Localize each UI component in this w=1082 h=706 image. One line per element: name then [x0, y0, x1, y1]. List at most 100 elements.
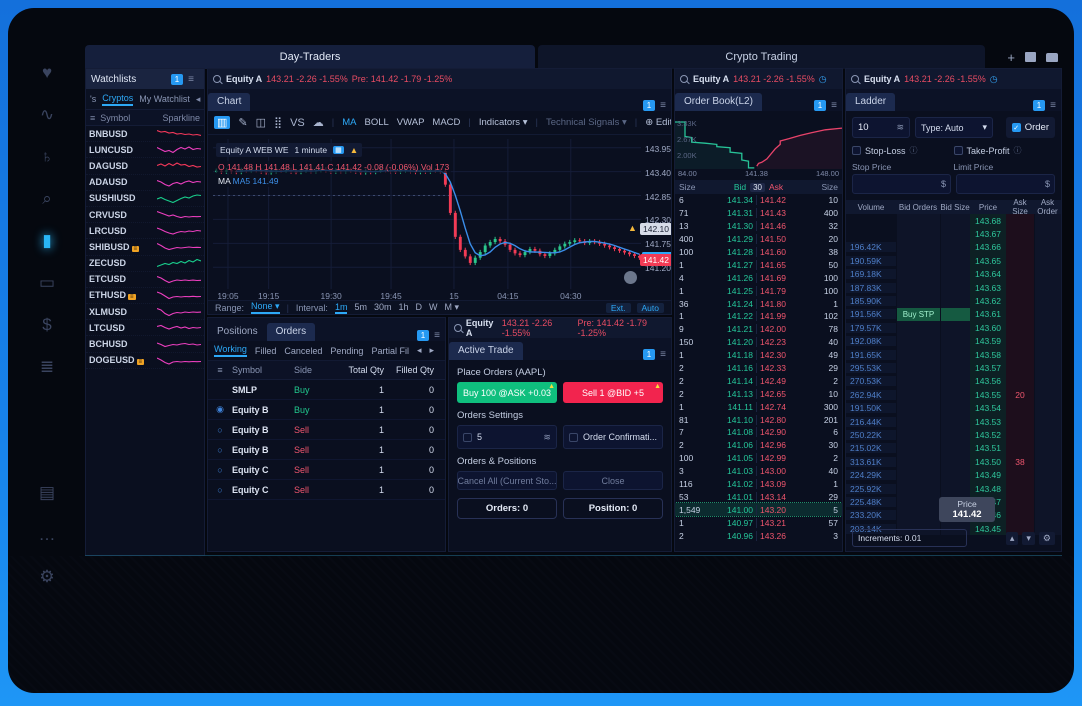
ladder-row[interactable]: 185.90K143.62 — [846, 294, 1061, 307]
ladder-price[interactable]: 143.58 — [970, 348, 1006, 361]
search-icon[interactable] — [454, 324, 462, 333]
order-type-select[interactable]: Type: Auto▾ — [915, 117, 993, 138]
increments-input[interactable]: Increments: 0.01 — [852, 529, 967, 547]
auto-button[interactable]: Auto — [637, 303, 665, 313]
ladder-bid-size[interactable] — [940, 455, 970, 468]
ladder-ask-order[interactable] — [1034, 482, 1061, 495]
ladder-bid-size[interactable] — [940, 442, 970, 455]
interval-M ▾[interactable]: M ▾ — [445, 302, 460, 314]
watchlist-row[interactable]: ETHUSD≡ — [86, 288, 204, 304]
ladder-ask-size[interactable] — [1006, 281, 1034, 294]
order-toggle[interactable]: ✓ Order — [1006, 117, 1055, 138]
ladder-price[interactable]: 143.54 — [970, 401, 1006, 414]
watchlist-tab-my-watchlist[interactable]: My Watchlist — [139, 94, 190, 104]
ladder-ask-size[interactable] — [1006, 241, 1034, 254]
order-book-row[interactable]: 4141.26141.69100 — [675, 271, 842, 284]
order-book-row[interactable]: 9141.21142.0078 — [675, 323, 842, 336]
ladder-ask-order[interactable] — [1034, 361, 1061, 374]
ladder-price[interactable]: 143.53 — [970, 415, 1006, 428]
ladder-bid-size[interactable] — [940, 415, 970, 428]
order-book-row[interactable]: 53141.01143.1429 — [675, 490, 842, 503]
ladder-price[interactable]: 143.50 — [970, 455, 1006, 468]
ladder-ask-size[interactable] — [1006, 335, 1034, 348]
order-book-row[interactable]: 1141.18142.3049 — [675, 349, 842, 362]
ladder-ask-size[interactable] — [1006, 415, 1034, 428]
scroll-down-icon[interactable]: ▾ — [1022, 532, 1035, 545]
order-book-row[interactable]: 2141.14142.492 — [675, 374, 842, 387]
order-book-row[interactable]: 1140.97143.2157 — [675, 516, 842, 529]
alert-bell-icon[interactable]: ▲ — [628, 223, 637, 233]
cancel-all-button[interactable]: Cancel All (Current Sto... — [457, 471, 557, 490]
ladder-ask-size[interactable] — [1006, 254, 1034, 267]
workspace-tab-crypto-trading[interactable]: Crypto Trading — [538, 45, 985, 69]
col-ask[interactable]: Ask — [769, 182, 783, 192]
markets-icon[interactable]: ∿ — [34, 102, 60, 128]
ladder-row[interactable]: 143.67 — [846, 227, 1061, 240]
order-book-row[interactable]: 36141.24141.801 — [675, 297, 842, 310]
ladder-ask-order[interactable] — [1034, 268, 1061, 281]
ladder-price[interactable]: 143.55 — [970, 388, 1006, 401]
ladder-price[interactable]: 143.60 — [970, 321, 1006, 334]
interval-D[interactable]: D — [416, 302, 423, 314]
ladder-ask-size[interactable] — [1006, 361, 1034, 374]
interval-5m[interactable]: 5m — [354, 302, 367, 314]
ladder-bid-order[interactable] — [896, 415, 940, 428]
ladder-symbol[interactable]: Equity A — [864, 74, 900, 84]
clock-icon[interactable]: ◷ — [819, 74, 827, 85]
range-value[interactable]: None ▾ — [251, 301, 280, 314]
wallet-icon[interactable]: ▮ — [34, 228, 60, 254]
ladder-bid-order[interactable] — [896, 442, 940, 455]
tab-active-trade[interactable]: Active Trade — [449, 342, 523, 360]
card-icon[interactable]: ▭ — [34, 270, 60, 296]
chart-count-badge[interactable]: 1 — [643, 100, 655, 111]
alert-price-badge[interactable]: 142.10 — [640, 223, 672, 235]
ladder-bid-order[interactable] — [896, 294, 940, 307]
compare-icon[interactable]: ◫ — [256, 116, 266, 129]
ladder-bid-size[interactable] — [940, 428, 970, 441]
ladder-bid-size[interactable] — [940, 335, 970, 348]
subtab-pending[interactable]: Pending — [330, 346, 363, 356]
ladder-ask-order[interactable] — [1034, 442, 1061, 455]
ladder-row[interactable]: 216.44K143.53 — [846, 415, 1061, 428]
ladder-ask-size[interactable]: 20 — [1006, 388, 1034, 401]
ladder-bid-order[interactable] — [896, 388, 940, 401]
ladder-bid-size[interactable] — [940, 214, 970, 227]
technical-signals-dropdown[interactable]: Technical Signals ▾ — [546, 117, 627, 128]
interval-30m[interactable]: 30m — [374, 302, 392, 314]
watchlist-col-sparkline[interactable]: Sparkline — [162, 113, 200, 123]
orders-count-badge[interactable]: 1 — [417, 330, 429, 341]
tab-chart[interactable]: Chart — [208, 93, 250, 111]
subtab-partial-fil[interactable]: Partial Fil — [371, 346, 409, 356]
watchlist-row[interactable]: BNBUSD — [86, 126, 204, 142]
ladder-bid-size[interactable] — [940, 361, 970, 374]
indicator-boll[interactable]: BOLL — [365, 117, 389, 128]
ladder-price[interactable]: 143.67 — [970, 227, 1006, 240]
order-book-row[interactable]: 150141.20142.2340 — [675, 336, 842, 349]
ladder-menu-icon[interactable]: ≡ — [1050, 100, 1056, 111]
ladder-bid-size[interactable] — [940, 348, 970, 361]
ladder-price[interactable]: 143.68 — [970, 214, 1006, 227]
note-icon[interactable]: ▦ — [333, 146, 344, 154]
col-side[interactable]: Side — [294, 365, 330, 375]
ladder-ask-order[interactable] — [1034, 241, 1061, 254]
watchlist-menu-icon[interactable]: ≡ — [188, 74, 194, 85]
subtabs-right-icon[interactable]: ▸ — [429, 345, 434, 356]
ladder-ask-size[interactable] — [1006, 348, 1034, 361]
ladder-ask-size[interactable]: 38 — [1006, 455, 1034, 468]
settings-icon[interactable]: ⚙ — [34, 564, 60, 590]
ladder-bid-size[interactable] — [940, 227, 970, 240]
ladder-bid-order[interactable] — [896, 321, 940, 334]
ladder-ask-size[interactable] — [1006, 509, 1034, 522]
stop-loss-checkbox[interactable] — [852, 146, 861, 155]
ladder-row[interactable]: 196.42K143.66 — [846, 241, 1061, 254]
ladder-row[interactable]: 270.53K143.56 — [846, 375, 1061, 388]
limit-price-input[interactable]: $ — [956, 174, 1055, 194]
ladder-bid-order[interactable] — [896, 227, 940, 240]
ladder-ask-order[interactable] — [1034, 495, 1061, 508]
default-qty-input[interactable]: 5 — [477, 432, 482, 442]
ladder-ask-order[interactable] — [1034, 308, 1061, 321]
ladder-bid-size[interactable] — [940, 254, 970, 267]
ladder-bid-order[interactable] — [896, 281, 940, 294]
interval-W[interactable]: W — [429, 302, 438, 314]
ladder-row[interactable]: 143.68 — [846, 214, 1061, 227]
